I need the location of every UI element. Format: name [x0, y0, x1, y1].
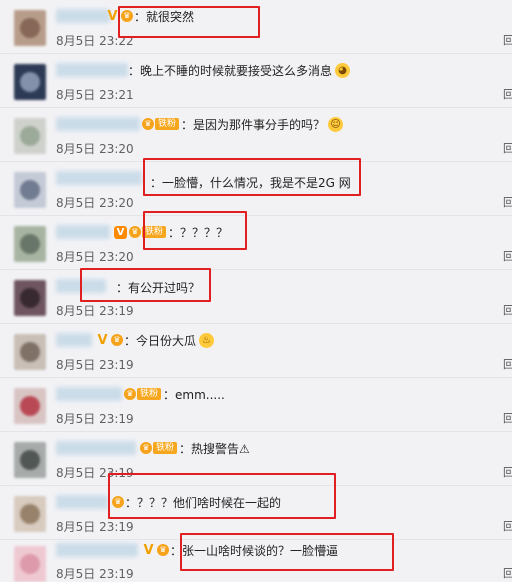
username-blurred[interactable] [56, 225, 110, 239]
avatar[interactable] [14, 172, 46, 208]
reply-link[interactable]: 回 [503, 356, 512, 372]
doge-emoji: ◕ [335, 62, 351, 78]
avatar[interactable] [14, 546, 46, 582]
drool-emoji: ♨ [199, 332, 215, 348]
timestamp: 8月5日 23:22 [56, 34, 134, 48]
username-blurred[interactable] [56, 441, 136, 455]
comment-row: ♛ ：？？？他们啥时候在一起的 8月5日 23:19 回 [0, 486, 512, 540]
vip-badge: V [114, 225, 127, 239]
fan-badge: 铁粉 [137, 388, 162, 400]
username-blurred[interactable] [56, 333, 92, 347]
timestamp: 8月5日 23:19 [56, 304, 134, 318]
timestamp: 8月5日 23:20 [56, 196, 134, 210]
avatar[interactable] [14, 388, 46, 424]
timestamp: 8月5日 23:20 [56, 250, 134, 264]
avatar[interactable] [14, 10, 46, 46]
reply-link[interactable]: 回 [503, 565, 512, 581]
timestamp: 8月5日 23:19 [56, 520, 134, 534]
reply-link[interactable]: 回 [503, 518, 512, 534]
comment-row: ♛ 铁粉 ：是因为那件事分手的吗？ ☺ 8月5日 23:20 回 [0, 108, 512, 162]
timestamp: 8月5日 23:19 [56, 567, 134, 581]
vip-badge: V [97, 332, 108, 348]
comment-row: ：有公开过吗？ 8月5日 23:19 回 [0, 270, 512, 324]
timestamp: 8月5日 23:19 [56, 358, 134, 372]
comment-row: ♛ 铁粉 ：热搜警告⚠ 8月5日 23:19 回 [0, 432, 512, 486]
avatar[interactable] [14, 226, 46, 262]
avatar[interactable] [14, 496, 46, 532]
timestamp: 8月5日 23:19 [56, 466, 134, 480]
reply-link[interactable]: 回 [503, 410, 512, 426]
username-blurred[interactable] [56, 279, 106, 293]
avatar[interactable] [14, 280, 46, 316]
crown-icon: ♛ [124, 388, 136, 400]
crown-icon: ♛ [129, 226, 141, 238]
comment-row: V ♛ ：今日份大瓜 ♨ 8月5日 23:19 回 [0, 324, 512, 378]
comment-text: ：？？？？ [168, 225, 229, 240]
username-blurred[interactable] [56, 9, 110, 23]
comment-row: ：晚上不睡的时候就要接受这么多消息 ◕ 8月5日 23:21 回 [0, 54, 512, 108]
vip-badge: V [107, 8, 118, 24]
username-blurred[interactable] [56, 63, 128, 77]
crown-icon: ♛ [111, 334, 123, 346]
reply-link[interactable]: 回 [503, 140, 512, 156]
comment-row: V ♛ ：张一山啥时候谈的？一脸懵逼 8月5日 23:19 回 [0, 540, 512, 582]
reply-link[interactable]: 回 [503, 464, 512, 480]
comment-text: ：热搜警告⚠ [179, 441, 250, 456]
comment-text: ：张一山啥时候谈的？一脸懵逼 [170, 543, 339, 558]
crown-icon: ♛ [140, 442, 152, 454]
comment-text: ：有公开过吗？ [116, 280, 201, 295]
username-blurred[interactable] [56, 117, 140, 131]
comment-text: ：是因为那件事分手的吗？ [181, 117, 326, 132]
comment-text: ：晚上不睡的时候就要接受这么多消息 [128, 63, 333, 78]
timestamp: 8月5日 23:20 [56, 142, 134, 156]
crown-icon: ♛ [142, 118, 154, 130]
reply-link[interactable]: 回 [503, 248, 512, 264]
comment-row: ♛ 铁粉 ：emm..... 8月5日 23:19 回 [0, 378, 512, 432]
reply-link[interactable]: 回 [503, 302, 512, 318]
comment-text: ：今日份大瓜 [124, 333, 197, 348]
comment-text: ：emm..... [163, 387, 225, 402]
avatar[interactable] [14, 334, 46, 370]
fan-badge: 铁粉 [153, 442, 178, 454]
username-blurred[interactable] [56, 495, 108, 509]
username-blurred[interactable] [56, 543, 138, 557]
username-blurred[interactable] [56, 171, 142, 185]
comment-text: ：一脸懵，什么情况，我是不是2G 网 [150, 175, 351, 190]
username-blurred[interactable] [56, 387, 122, 401]
comment-row: ：一脸懵，什么情况，我是不是2G 网 8月5日 23:20 回 [0, 162, 512, 216]
comment-text: ：就很突然 [134, 9, 195, 24]
grin-emoji: ☺ [328, 116, 344, 132]
reply-link[interactable]: 回 [503, 194, 512, 210]
reply-link[interactable]: 回 [503, 86, 512, 102]
comment-row: V ♛ ：就很突然 8月5日 23:22 回 [0, 0, 512, 54]
vip-badge: V [143, 542, 154, 558]
timestamp: 8月5日 23:19 [56, 412, 134, 426]
timestamp: 8月5日 23:21 [56, 88, 134, 102]
crown-icon: ♛ [121, 10, 133, 22]
crown-icon: ♛ [157, 544, 169, 556]
avatar[interactable] [14, 442, 46, 478]
crown-icon: ♛ [112, 496, 124, 508]
comment-text: ：？？？他们啥时候在一起的 [125, 495, 282, 510]
fan-badge: 铁粉 [142, 226, 167, 238]
fan-badge: 铁粉 [155, 118, 180, 130]
comment-row: V ♛ 铁粉 ：？？？？ 8月5日 23:20 回 [0, 216, 512, 270]
avatar[interactable] [14, 64, 46, 100]
avatar[interactable] [14, 118, 46, 154]
reply-link[interactable]: 回 [503, 32, 512, 48]
